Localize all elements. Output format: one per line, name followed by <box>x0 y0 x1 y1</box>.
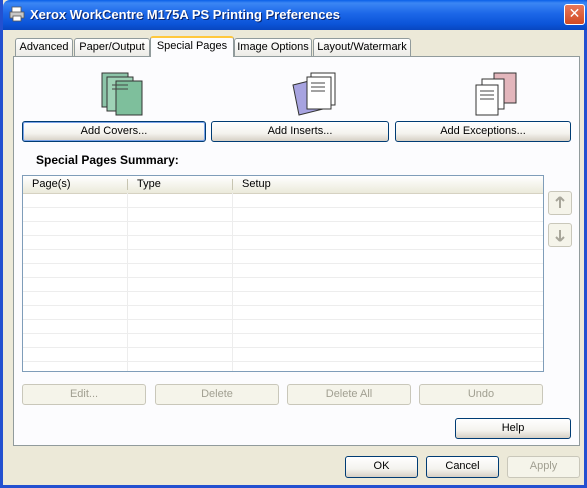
table-row <box>23 278 543 292</box>
window-title: Xerox WorkCentre M175A PS Printing Prefe… <box>30 7 340 22</box>
exceptions-icon <box>475 72 517 116</box>
tab-layout-watermark[interactable]: Layout/Watermark <box>313 38 411 56</box>
table-row <box>23 194 543 208</box>
table-header: Page(s) Type Setup <box>23 176 543 194</box>
table-row <box>23 236 543 250</box>
covers-icon <box>101 72 143 116</box>
table-row <box>23 348 543 362</box>
close-button[interactable]: ✕ <box>564 4 585 25</box>
table-row <box>23 222 543 236</box>
apply-button[interactable]: Apply <box>507 456 580 478</box>
help-button[interactable]: Help <box>455 418 571 439</box>
add-inserts-button[interactable]: Add Inserts... <box>211 121 389 142</box>
table-row <box>23 292 543 306</box>
delete-button[interactable]: Delete <box>155 384 279 405</box>
delete-all-button[interactable]: Delete All <box>287 384 411 405</box>
tab-special-pages[interactable]: Special Pages <box>150 36 234 57</box>
table-row <box>23 208 543 222</box>
column-header-pages[interactable]: Page(s) <box>23 176 127 193</box>
column-header-setup[interactable]: Setup <box>233 176 543 193</box>
arrow-up-icon <box>555 196 565 208</box>
printer-icon <box>9 6 25 22</box>
arrow-down-icon <box>555 230 565 242</box>
move-up-button[interactable] <box>548 191 572 215</box>
add-covers-button[interactable]: Add Covers... <box>22 121 206 142</box>
title-bar: Xerox WorkCentre M175A PS Printing Prefe… <box>3 0 587 30</box>
special-pages-summary-label: Special Pages Summary: <box>36 153 179 167</box>
table-row <box>23 334 543 348</box>
table-row <box>23 320 543 334</box>
add-exceptions-button[interactable]: Add Exceptions... <box>395 121 571 142</box>
table-row <box>23 306 543 320</box>
tab-paper-output[interactable]: Paper/Output <box>74 38 150 56</box>
table-row <box>23 264 543 278</box>
column-header-type[interactable]: Type <box>128 176 232 193</box>
undo-button[interactable]: Undo <box>419 384 543 405</box>
table-row <box>23 250 543 264</box>
move-down-button[interactable] <box>548 223 572 247</box>
tab-advanced[interactable]: Advanced <box>15 38 73 56</box>
ok-button[interactable]: OK <box>345 456 418 478</box>
dialog-window: Xerox WorkCentre M175A PS Printing Prefe… <box>0 0 587 488</box>
inserts-icon <box>292 72 336 116</box>
cancel-button[interactable]: Cancel <box>426 456 499 478</box>
special-pages-table[interactable]: Page(s) Type Setup <box>22 175 544 372</box>
edit-button[interactable]: Edit... <box>22 384 146 405</box>
tab-image-options[interactable]: Image Options <box>234 38 312 56</box>
